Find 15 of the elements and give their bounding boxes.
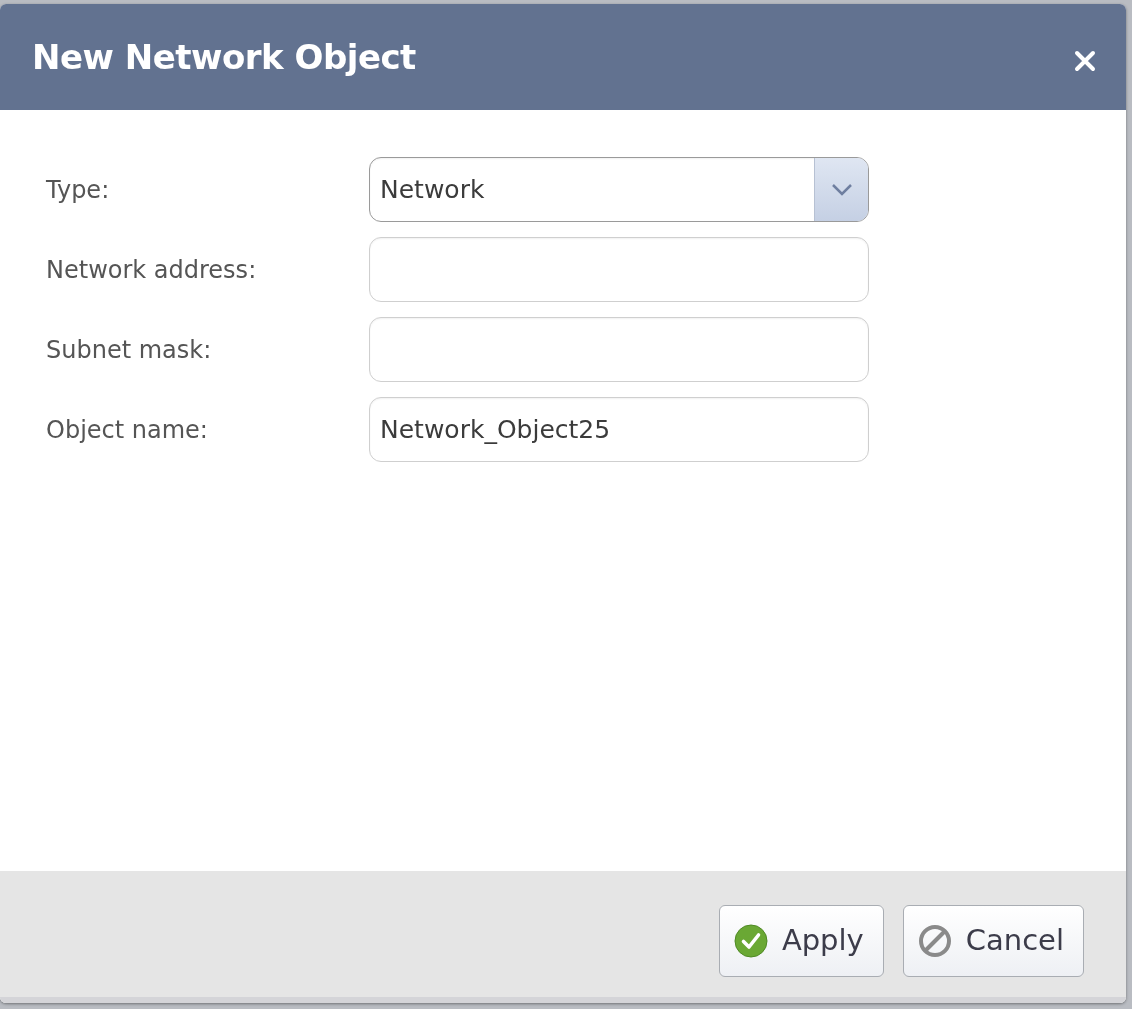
input-field[interactable]: Network_Object25	[369, 397, 869, 462]
chevron-down-icon	[830, 182, 853, 197]
input-field[interactable]	[369, 237, 869, 302]
field-label: Type:	[46, 174, 111, 206]
field-label: Object name:	[46, 414, 209, 446]
input-field[interactable]	[369, 317, 869, 382]
check-circle-icon	[733, 924, 768, 958]
apply-button[interactable]: Apply	[718, 905, 884, 977]
field-label: Subnet mask:	[46, 334, 213, 366]
cancel-button[interactable]: Cancel	[902, 905, 1084, 977]
field-label: Network address:	[46, 254, 258, 286]
prohibited-icon	[917, 924, 952, 958]
type-dropdown[interactable]: Network	[369, 157, 869, 222]
close-icon[interactable]	[1074, 50, 1096, 72]
dialog-title: New Network Object	[32, 36, 416, 78]
